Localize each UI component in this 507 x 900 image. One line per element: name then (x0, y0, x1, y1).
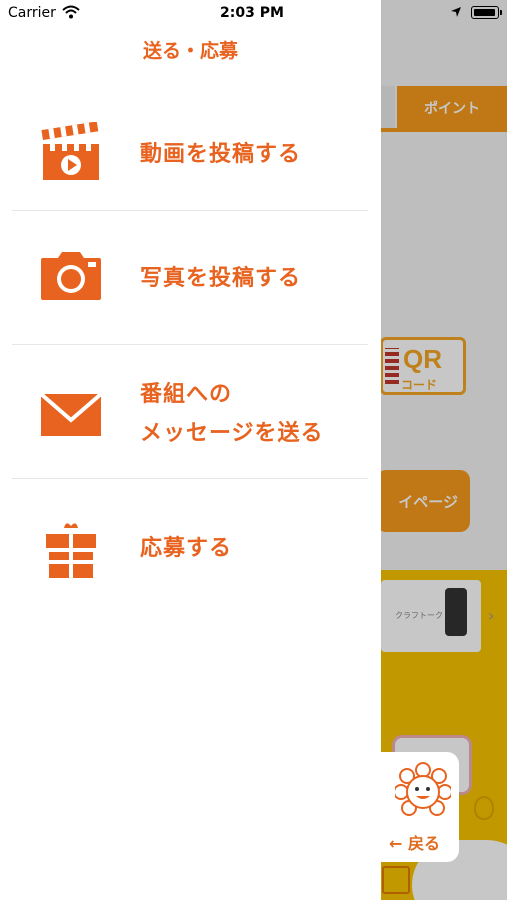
menu-item-post-video[interactable]: 動画を投稿する (12, 120, 368, 210)
menu-item-label: 写真を投稿する (140, 266, 302, 291)
menu-item-apply[interactable]: 応募する (12, 516, 368, 586)
menu-item-label: 動画を投稿する (140, 142, 302, 167)
side-drawer: 送る・応募 動画を投稿する 写真を投稿する 番組への メッセージを送る 応募する (0, 0, 381, 900)
menu-item-post-photo[interactable]: 写真を投稿する (12, 244, 368, 344)
clock: 2:03 PM (220, 5, 284, 21)
drawer-title: 送る・応募 (142, 40, 238, 62)
back-button[interactable]: ← 戻る (381, 752, 459, 862)
location-arrow-icon (451, 7, 461, 17)
video-clapperboard-icon (41, 122, 99, 180)
gift-icon (46, 523, 96, 578)
divider (12, 344, 368, 345)
divider (12, 210, 368, 211)
menu-item-send-message[interactable]: 番組への メッセージを送る (12, 360, 368, 478)
menu-item-label: 応募する (140, 536, 233, 561)
sun-mascot-icon (395, 762, 451, 816)
divider (12, 478, 368, 479)
carrier-label: Carrier (8, 5, 56, 21)
wifi-icon (62, 5, 80, 19)
camera-icon (41, 252, 101, 300)
envelope-icon (40, 392, 102, 436)
back-label: ← 戻る (389, 834, 440, 853)
menu-item-label-line2: メッセージを送る (140, 421, 324, 446)
menu-item-label-line1: 番組への (140, 382, 233, 407)
status-bar: Carrier 2:03 PM (0, 0, 507, 28)
battery-icon (471, 6, 502, 19)
